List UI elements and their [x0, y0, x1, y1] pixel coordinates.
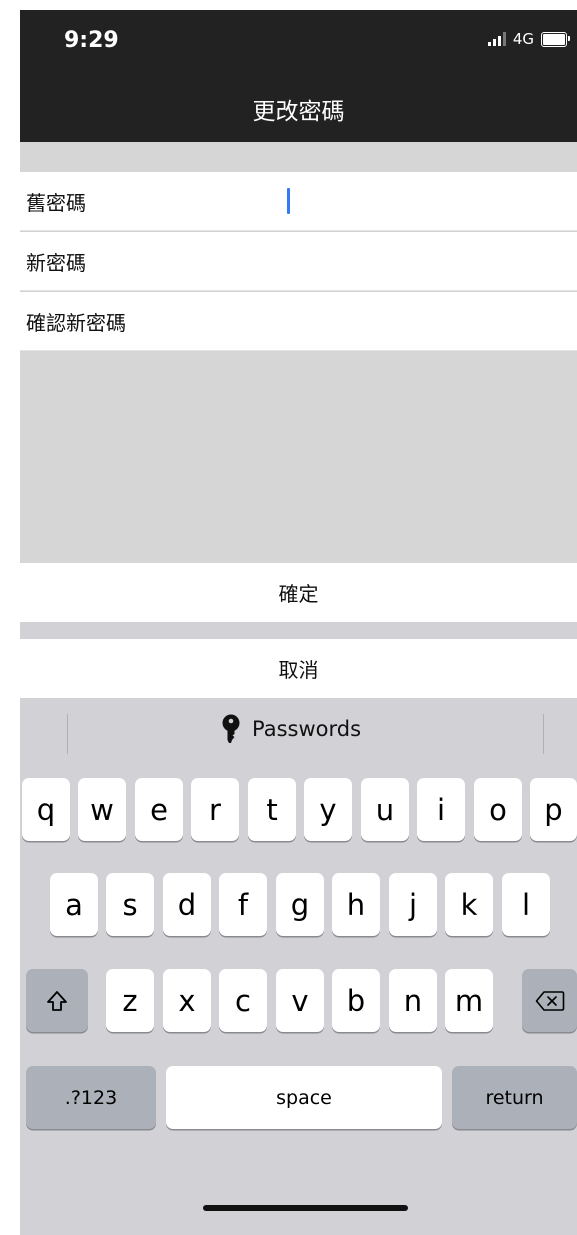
signal-icon [487, 32, 506, 46]
network-label: 4G [512, 30, 534, 48]
key-p[interactable]: p [530, 778, 577, 841]
shift-icon [47, 990, 67, 1011]
key-n[interactable]: n [389, 969, 437, 1032]
screen: 9:29 4G 更改密碼 舊密碼 新密碼 確認新密碼 確定 取消 Passwor… [20, 10, 577, 1235]
key-d[interactable]: d [163, 873, 211, 936]
confirm-button[interactable]: 確定 [20, 563, 577, 622]
key-a[interactable]: a [50, 873, 98, 936]
key-e[interactable]: e [135, 778, 183, 841]
key-h[interactable]: h [332, 873, 380, 936]
old-password-field[interactable]: 舊密碼 [20, 172, 577, 231]
text-cursor [287, 188, 290, 214]
key-c[interactable]: c [219, 969, 267, 1032]
key-g[interactable]: g [276, 873, 324, 936]
key-q[interactable]: q [22, 778, 70, 841]
keyboard: Passwords q w e r t y u i o p a s d f g … [20, 698, 577, 1235]
section-spacer [20, 142, 577, 172]
confirm-button-label: 確定 [278, 582, 319, 606]
battery-icon [541, 31, 570, 47]
quicktype-bar: Passwords [20, 698, 577, 758]
key-r[interactable]: r [191, 778, 239, 841]
numbers-key[interactable]: .?123 [26, 1066, 156, 1129]
key-t[interactable]: t [248, 778, 296, 841]
key-i[interactable]: i [417, 778, 465, 841]
confirm-password-label: 確認新密碼 [26, 310, 126, 335]
key-icon [222, 714, 240, 743]
quicktype-divider [543, 714, 544, 754]
key-o[interactable]: o [474, 778, 522, 841]
delete-key[interactable] [522, 969, 577, 1032]
key-l[interactable]: l [502, 873, 550, 936]
new-password-label: 新密碼 [26, 250, 86, 275]
space-key[interactable]: space [166, 1066, 442, 1129]
nav-bar: 更改密碼 [20, 76, 577, 142]
key-s[interactable]: s [106, 873, 154, 936]
key-j[interactable]: j [389, 873, 437, 936]
old-password-label: 舊密碼 [26, 190, 86, 215]
key-k[interactable]: k [445, 873, 493, 936]
content-spacer [20, 351, 577, 563]
key-w[interactable]: w [78, 778, 126, 841]
home-indicator[interactable] [203, 1205, 408, 1211]
return-key[interactable]: return [452, 1066, 577, 1129]
passwords-button[interactable]: Passwords [220, 714, 361, 744]
new-password-field[interactable]: 新密碼 [20, 232, 577, 291]
key-b[interactable]: b [332, 969, 380, 1032]
confirm-password-field[interactable]: 確認新密碼 [20, 292, 577, 351]
cancel-button[interactable]: 取消 [20, 639, 577, 698]
shift-key[interactable] [26, 969, 88, 1032]
status-time: 9:29 [64, 28, 119, 53]
cancel-button-label: 取消 [278, 658, 319, 682]
status-bar: 9:29 4G [20, 10, 577, 76]
quicktype-divider [67, 714, 68, 754]
key-z[interactable]: z [106, 969, 154, 1032]
key-m[interactable]: m [445, 969, 493, 1032]
passwords-label: Passwords [252, 717, 362, 741]
status-indicators: 4G [487, 30, 570, 48]
delete-icon [535, 990, 564, 1011]
key-f[interactable]: f [219, 873, 267, 936]
key-x[interactable]: x [163, 969, 211, 1032]
key-y[interactable]: y [304, 778, 352, 841]
page-title: 更改密碼 [252, 99, 345, 125]
key-u[interactable]: u [361, 778, 409, 841]
key-v[interactable]: v [276, 969, 324, 1032]
